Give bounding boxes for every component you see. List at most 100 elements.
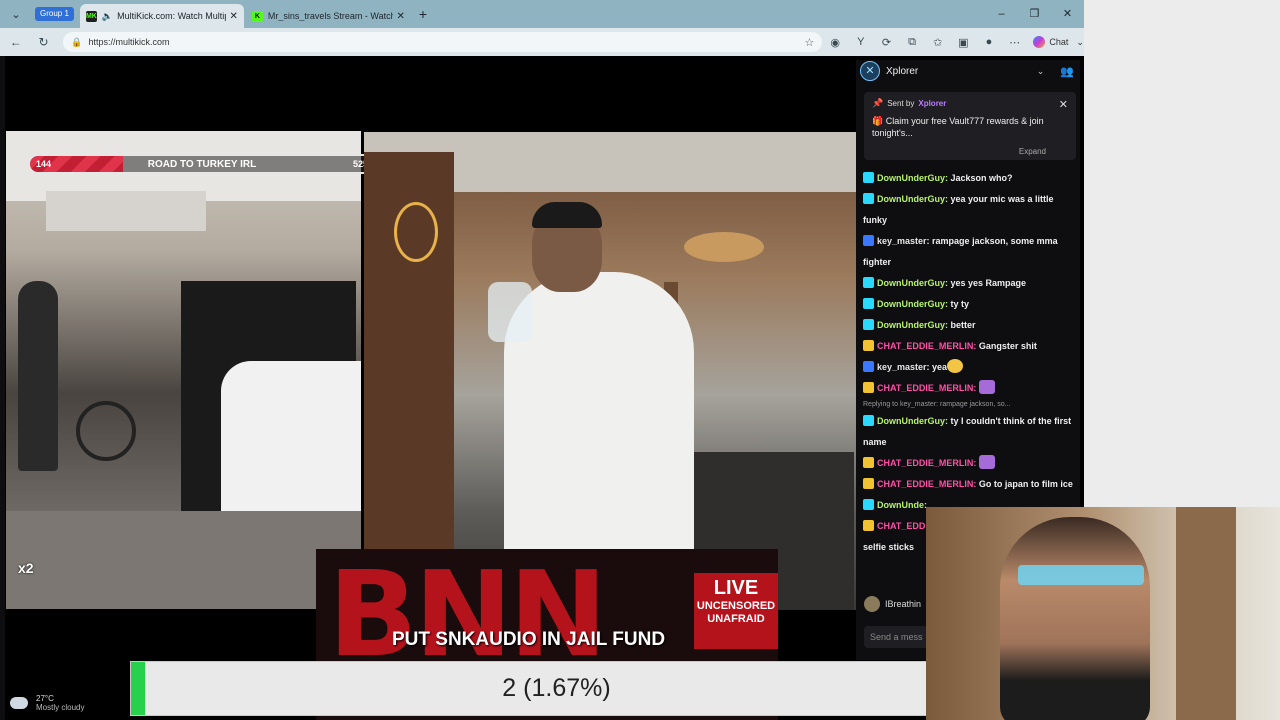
chat-message: CHAT_EDDIE_MERLIN: Go to japan to film i… xyxy=(863,474,1073,495)
profile-avatar-icon[interactable]: ● xyxy=(976,36,1002,48)
chat-message-list: DownUnderGuy: Jackson who? DownUnderGuy: … xyxy=(863,168,1073,558)
chat-username[interactable]: DownUnderGuy: xyxy=(877,299,951,309)
emote-icon xyxy=(978,380,995,394)
chat-text: Gangster shit xyxy=(978,341,1037,351)
chat-username[interactable]: CHAT_EDDIE_MERLIN: xyxy=(877,341,979,351)
minimize-button[interactable]: – xyxy=(985,0,1018,28)
chat-username[interactable]: CHAT_EDD: xyxy=(877,521,928,531)
sub-badge-icon xyxy=(863,499,874,510)
chat-message: CHAT_EDDIE_MERLIN: Gangster shit xyxy=(863,336,1073,357)
chat-message: DownUnderGuy: Jackson who? xyxy=(863,168,1073,189)
copilot-chat-button[interactable]: Chat ⌄ xyxy=(1033,36,1084,48)
uncensored-text: UNCENSORED xyxy=(696,600,776,612)
chat-username[interactable]: CHAT_EDDIE_MERLIN: xyxy=(877,383,979,393)
back-arrow-icon[interactable]: ← xyxy=(4,35,28,49)
tab-group-chip[interactable]: Group 1 xyxy=(35,7,74,21)
sub-badge-icon xyxy=(863,415,874,426)
live-badge: LIVE UNCENSORED UNAFRAID xyxy=(694,573,778,649)
close-tab-icon[interactable]: ✕ xyxy=(230,11,238,22)
address-bar: ← ↻ 🔒 https://multikick.com ☆ ◉ Y ⟳ ⧉ ✩ … xyxy=(0,28,1084,56)
chat-message: key_master: rampage jackson, some mma fi… xyxy=(863,231,1073,273)
sunglasses xyxy=(1018,565,1144,585)
chat-button-label: Chat xyxy=(1049,37,1069,47)
chat-username[interactable]: CHAT_EDDIE_MERLIN: xyxy=(877,458,979,468)
reply-context: Replying to key_master: rampage jackson,… xyxy=(863,401,1011,408)
chat-username[interactable]: DownUnderGuy: xyxy=(877,416,951,426)
chat-text: ty ty xyxy=(950,299,970,309)
expand-button[interactable]: Expand xyxy=(1019,147,1046,156)
og-badge-icon xyxy=(863,478,874,489)
favorite-star-icon[interactable]: ☆ xyxy=(805,36,815,49)
url-field[interactable]: 🔒 https://multikick.com ☆ xyxy=(63,32,823,52)
pinned-user[interactable]: Xplorer xyxy=(918,99,946,108)
cloud-sun-icon xyxy=(7,693,28,709)
chevron-down-icon[interactable]: ⌄ xyxy=(1037,66,1045,77)
chat-message: DownUnderGuy: ty ty xyxy=(863,294,1073,315)
restore-button[interactable]: ❐ xyxy=(1018,0,1051,28)
bnn-logo-text: BNN xyxy=(328,549,607,683)
refresh-icon[interactable]: ↻ xyxy=(32,35,56,49)
unafraid-text: UNAFRAID xyxy=(707,613,765,625)
sync-icon[interactable]: ⟳ xyxy=(874,36,900,49)
tab-multikick[interactable]: MK 🔈 MultiKick.com: Watch Multiple ✕ xyxy=(79,4,244,28)
og-badge-icon xyxy=(863,457,874,468)
chat-text: yea xyxy=(932,362,948,372)
new-tab-button[interactable]: + xyxy=(419,6,427,22)
tab-bar: ⌄ Group 1 MK 🔈 MultiKick.com: Watch Mult… xyxy=(0,0,1084,28)
speaker-icon[interactable]: 🔈 xyxy=(102,11,113,22)
collections-icon[interactable]: ▣ xyxy=(951,36,977,49)
chat-message: CHAT_EDDIE_MERLIN: xyxy=(863,378,1073,399)
users-icon[interactable]: 👥 xyxy=(1060,65,1074,78)
split-screen-icon[interactable]: ⧉ xyxy=(899,36,925,49)
stream-video-left[interactable] xyxy=(6,131,361,609)
chat-username[interactable]: key_master: xyxy=(877,236,932,246)
xplorer-logo-icon: ✕ xyxy=(860,61,880,81)
webcam-overlay xyxy=(926,507,1280,720)
sub-badge-icon xyxy=(863,172,874,183)
pinned-header: 📌 Sent by Xplorer xyxy=(872,98,1068,109)
fan xyxy=(76,401,136,461)
extension-v-icon[interactable]: Y xyxy=(848,36,874,48)
chat-header: ✕ Xplorer ⌄ 👥 xyxy=(856,60,1080,82)
close-icon[interactable]: ✕ xyxy=(1059,98,1068,111)
more-menu-icon[interactable]: ⋯ xyxy=(1002,36,1028,49)
chat-username[interactable]: DownUnderGuy: xyxy=(877,278,951,288)
favorites-icon[interactable]: ✩ xyxy=(925,36,951,49)
tab-actions-chevron-icon[interactable]: ⌄ xyxy=(5,4,27,24)
chat-text: Go to japan to film ice xyxy=(978,479,1073,489)
lock-icon[interactable]: 🔒 xyxy=(71,37,82,48)
weather-desc: Mostly cloudy xyxy=(36,703,85,712)
chat-username[interactable]: DownUnderGuy: xyxy=(877,194,951,204)
streamer-face xyxy=(1000,517,1150,720)
avatar xyxy=(864,596,880,612)
stream-video-center[interactable] xyxy=(364,132,856,610)
pinned-message[interactable]: 📌 Sent by Xplorer ✕ 🎁 Claim your free Va… xyxy=(864,92,1076,160)
pin-icon: 📌 xyxy=(872,98,884,108)
progress-label: ROAD TO TURKEY IRL xyxy=(147,159,257,170)
extension-icon[interactable]: ◉ xyxy=(822,36,848,49)
chat-username[interactable]: DownUnderGuy: xyxy=(877,173,951,183)
weather-widget[interactable]: 27°C Mostly cloudy xyxy=(7,691,85,715)
chat-username[interactable]: DownUnde: xyxy=(877,500,927,510)
sub-badge-icon xyxy=(863,319,874,330)
person-silhouette xyxy=(18,281,58,471)
chat-message: DownUnderGuy: ty I couldn't think of the… xyxy=(863,411,1073,453)
copilot-icon xyxy=(1033,36,1046,48)
viewer-name[interactable]: IBreathin xyxy=(885,599,921,609)
tab-kick-stream[interactable]: K Mr_sins_travels Stream - Watch Liv ✕ xyxy=(246,4,411,28)
chat-username[interactable]: key_master: xyxy=(877,362,932,372)
close-tab-icon[interactable]: ✕ xyxy=(397,11,405,22)
mod-badge-icon xyxy=(863,235,874,246)
tab-title: MultiKick.com: Watch Multiple xyxy=(117,11,226,21)
chat-message: DownUnderGuy: yes yes Rampage xyxy=(863,273,1073,294)
chat-username[interactable]: CHAT_EDDIE_MERLIN: xyxy=(877,479,979,489)
multiplier-badge: x2 xyxy=(18,560,34,576)
sub-badge-icon xyxy=(863,193,874,204)
chat-message: DownUnderGuy: yea your mic was a little … xyxy=(863,189,1073,231)
chat-text: better xyxy=(950,320,976,330)
chevron-down-icon[interactable]: ⌄ xyxy=(1076,37,1084,48)
water-bottle xyxy=(488,282,532,342)
chat-username[interactable]: DownUnderGuy: xyxy=(877,320,951,330)
person-cap xyxy=(532,202,602,228)
close-window-button[interactable]: ✕ xyxy=(1051,0,1084,28)
